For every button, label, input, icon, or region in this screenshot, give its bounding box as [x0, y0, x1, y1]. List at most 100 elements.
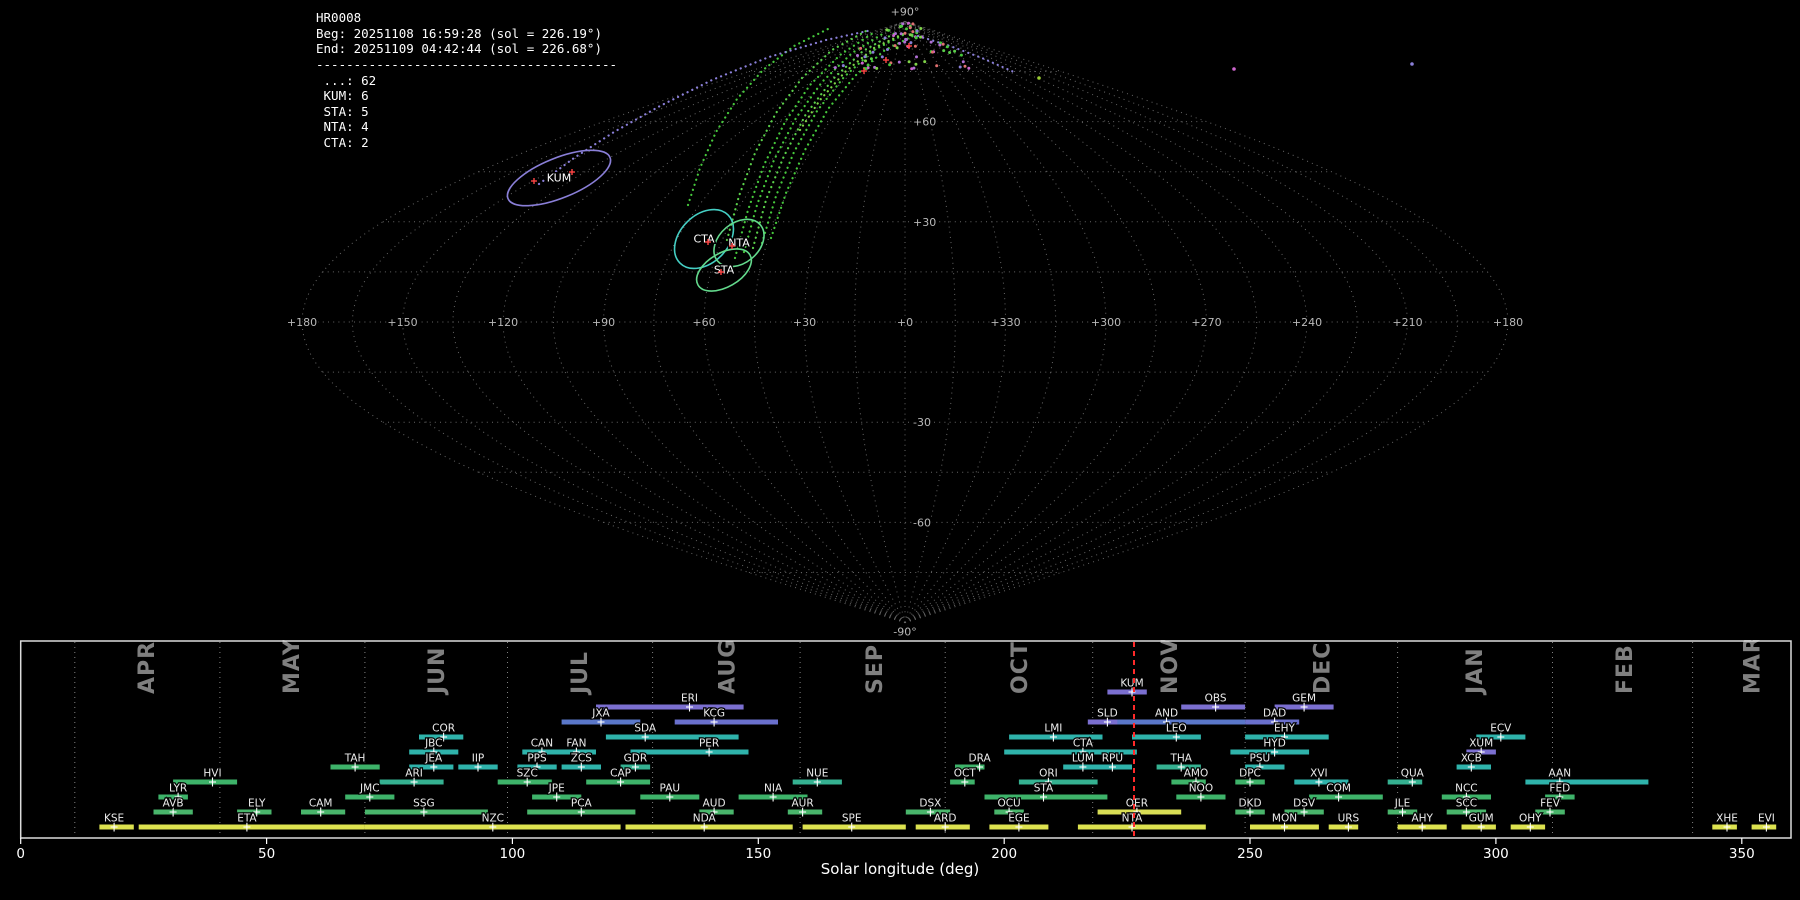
radiant-dot	[942, 49, 946, 53]
lon-label: +180	[1493, 316, 1523, 329]
shower-label-OHY: OHY	[1519, 813, 1542, 825]
month-label-NOV: NOV	[1158, 640, 1183, 694]
shower-label-XVI: XVI	[1310, 768, 1327, 780]
x-axis-label: Solar longitude (deg)	[820, 860, 980, 878]
drift-track	[733, 31, 875, 260]
shower-bar-QUA	[1387, 779, 1423, 785]
drift-track	[725, 29, 868, 242]
shower-label-OER: OER	[1126, 798, 1148, 810]
shower-label-AAN: AAN	[1549, 768, 1572, 780]
radiant-dot	[907, 21, 910, 25]
radiant-dot	[898, 41, 901, 45]
drift-track	[686, 27, 830, 207]
radiant-dot	[893, 44, 897, 48]
shower-label-PER: PER	[699, 738, 719, 750]
radiant-dot	[859, 46, 863, 50]
shower-label-DSV: DSV	[1293, 798, 1316, 810]
shower-label-NOO: NOO	[1189, 783, 1213, 795]
shower-label-PAU: PAU	[660, 783, 681, 795]
shower-label-ERI: ERI	[681, 693, 698, 705]
month-label-DEC: DEC	[1310, 642, 1335, 694]
shower-label-ETA: ETA	[237, 813, 257, 825]
radiant-dot	[1410, 62, 1414, 66]
shower-label-PPS: PPS	[527, 753, 547, 765]
shower-label-COM: COM	[1326, 783, 1351, 795]
shower-bar-KUM	[1107, 689, 1147, 695]
shower-label-JPE: JPE	[548, 783, 565, 795]
lat-label: +90°	[891, 5, 920, 18]
lon-label: +330	[990, 316, 1020, 329]
shower-label-NUE: NUE	[806, 768, 828, 780]
shower-label-AVB: AVB	[163, 798, 184, 810]
radiant-dot	[912, 66, 916, 70]
shower-label-NCC: NCC	[1455, 783, 1478, 795]
shower-label-GDR: GDR	[624, 753, 648, 765]
shower-label-LUM: LUM	[1072, 753, 1094, 765]
radiant-dot	[883, 36, 887, 40]
shower-label-AUD: AUD	[703, 798, 726, 810]
shower-label-AUR: AUR	[792, 798, 814, 810]
month-label-JUL: JUL	[568, 651, 593, 696]
shower-label-EVI: EVI	[1758, 813, 1775, 825]
shower-label-CTA: CTA	[1073, 738, 1094, 750]
radiant-dot	[958, 65, 962, 69]
radiant-dot	[915, 55, 918, 59]
month-label-MAR: MAR	[1741, 640, 1766, 694]
shower-label-JBC: JBC	[424, 738, 442, 750]
radiant-dot	[963, 64, 967, 68]
radiant-dot	[914, 62, 918, 66]
month-label-JUN: JUN	[425, 647, 450, 696]
observation-info: HR0008 Beg: 20251108 16:59:28 (sol = 226…	[316, 10, 618, 150]
lat-label: +30	[913, 216, 936, 229]
radiant-dot	[866, 63, 870, 67]
shower-label-XUM: XUM	[1469, 738, 1493, 750]
lon-label: +90	[592, 316, 615, 329]
radiant-dot	[892, 34, 896, 37]
shower-ellipse-labels: KUMCTA NTASTA	[545, 170, 752, 278]
radiant-dot	[903, 40, 907, 44]
shower-label-AND: AND	[1155, 708, 1178, 720]
radiant-dot	[899, 24, 903, 28]
shower-label-MON: MON	[1272, 813, 1297, 825]
radiant-dot	[899, 32, 903, 36]
shower-label-GEM: GEM	[1292, 693, 1316, 705]
radiant-dot	[860, 61, 864, 65]
shower-label-JXA: JXA	[591, 708, 610, 720]
lon-label: +300	[1091, 316, 1121, 329]
shower-label-XHE: XHE	[1716, 813, 1738, 825]
radiant-dot	[905, 27, 908, 31]
shower-labels: KUM ERI OBS GEM JXA KCG SLD AND DAD COR SDA LMI LEO E…	[103, 676, 1776, 826]
shower-label-JLE: JLE	[1394, 798, 1411, 810]
shower-label-HYD: HYD	[1263, 738, 1285, 750]
shower-label-FED: FED	[1549, 783, 1570, 795]
lon-label: +180	[287, 316, 317, 329]
radiant-dot	[897, 60, 901, 64]
shower-bar-LEO	[1132, 734, 1201, 740]
shower-label-DAD: DAD	[1263, 708, 1286, 720]
shower-bar-COM	[1309, 794, 1383, 800]
shower-label-LMI: LMI	[1044, 723, 1062, 735]
shower-label-OCU: OCU	[997, 798, 1020, 810]
shower-bar-NDA	[625, 824, 793, 830]
radiant-dot	[871, 50, 875, 54]
shower-label-ARI: ARI	[405, 768, 423, 780]
month-label-MAY: MAY	[280, 640, 305, 694]
lat-label: -30	[913, 416, 931, 429]
shower-label-PCA: PCA	[571, 798, 593, 810]
radiant-dot	[903, 31, 907, 35]
shower-label-DKD: DKD	[1238, 798, 1261, 810]
shower-label-COR: COR	[432, 723, 455, 735]
lat-label: +60	[913, 116, 936, 129]
radiant-dot	[907, 60, 911, 64]
shower-label-LYR: LYR	[169, 783, 187, 795]
shower-label-GUM: GUM	[1469, 813, 1494, 825]
shower-label-OBS: OBS	[1205, 693, 1227, 705]
x-axis-ticks	[20, 838, 1743, 844]
month-label-OCT: OCT	[1008, 641, 1033, 694]
month-label-JAN: JAN	[1463, 647, 1488, 696]
month-labels: APR MAY JUN JUL AUG SEP OCT NOV DEC JAN FEB MAR	[135, 640, 1766, 696]
shower-label-ORI: ORI	[1039, 768, 1058, 780]
shower-label-STA: STA	[1034, 783, 1054, 795]
radiant-dot	[1037, 76, 1041, 80]
shower-label-ECV: ECV	[1490, 723, 1512, 735]
